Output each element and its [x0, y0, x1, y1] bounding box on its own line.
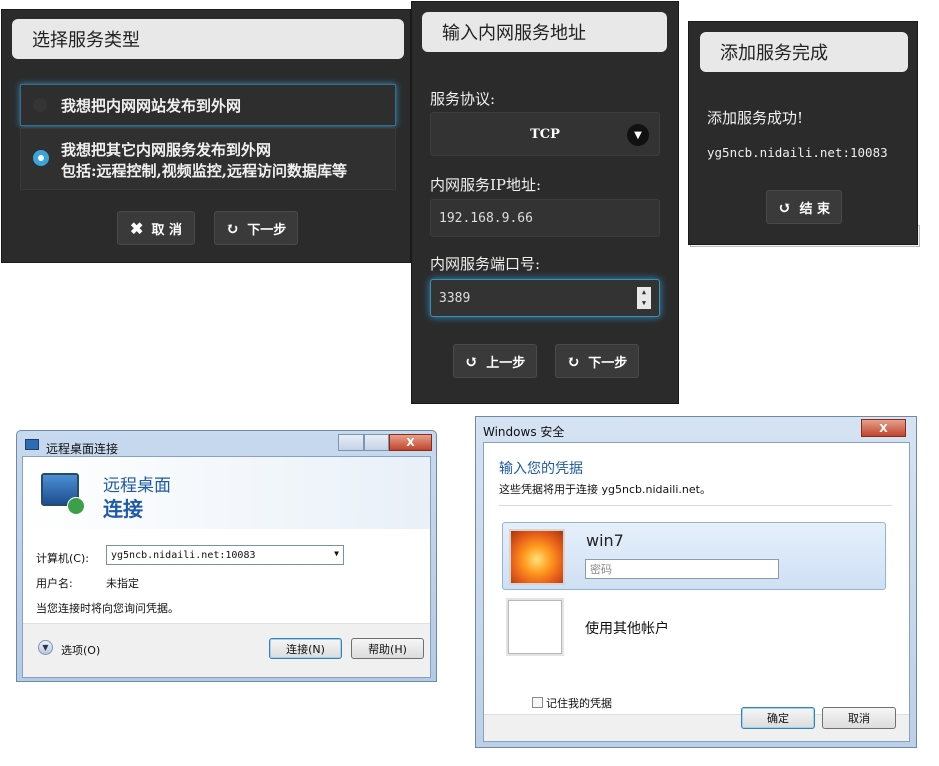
- redo-arrow-icon: ↻: [566, 351, 581, 371]
- computer-label: 计算机(C):: [36, 552, 89, 565]
- radio-checked[interactable]: [33, 150, 49, 166]
- next-button[interactable]: ↻ 下一步: [214, 211, 298, 245]
- account-tile-other[interactable]: 使用其他帐户: [502, 596, 886, 662]
- close-icon: ✖: [130, 218, 144, 238]
- password-input[interactable]: 密码: [585, 559, 779, 579]
- divider: [499, 505, 892, 506]
- help-button[interactable]: 帮助(H): [351, 638, 424, 659]
- dialog-heading: 输入您的凭据: [499, 461, 583, 477]
- heading-line2: 连接: [103, 497, 143, 521]
- user-value: 未指定: [106, 577, 139, 590]
- window-title: Windows 安全: [483, 425, 565, 439]
- window-title: 远程桌面连接: [46, 442, 119, 456]
- service-done-panel: 添加服务完成 添加服务成功! yg5ncb.nidaili.net:10083 …: [688, 21, 918, 245]
- port-stepper[interactable]: 3389 ▲ ▼: [430, 279, 660, 317]
- redo-arrow-icon: ↻: [225, 218, 240, 238]
- remote-desktop-small-icon: [25, 439, 39, 450]
- option-other-detail: 包括:远程控制,视频监控,远程访问数据库等: [61, 162, 347, 180]
- service-address-panel: 输入内网服务地址 服务协议: TCP ▼ 内网服务IP地址: 192.168.9…: [411, 1, 679, 404]
- option-other-label: 我想把其它内网服务发布到外网: [61, 141, 272, 159]
- expand-options-icon[interactable]: ▼: [38, 640, 53, 655]
- option-website-label: 我想把内网网站发布到外网: [61, 96, 242, 115]
- close-button[interactable]: X: [861, 419, 906, 437]
- connect-button[interactable]: 连接(N): [269, 638, 342, 659]
- ip-input[interactable]: 192.168.9.66: [430, 199, 660, 237]
- panel-title: 输入内网服务地址: [422, 12, 667, 52]
- account-tile-win7[interactable]: win7 密码: [502, 522, 886, 590]
- undo-arrow-icon: ↺: [464, 351, 479, 371]
- stepper-arrows-icon[interactable]: ▲ ▼: [637, 287, 651, 309]
- option-website[interactable]: 我想把内网网站发布到外网: [20, 84, 396, 126]
- client-area: 输入您的凭据 这些凭据将用于连接 yg5ncb.nidaili.net。 win…: [483, 442, 910, 742]
- user-label: 用户名:: [36, 577, 73, 590]
- remember-label: 记住我的凭据: [546, 697, 612, 710]
- next-button[interactable]: ↻ 下一步: [555, 344, 639, 378]
- credential-hint: 当您连接时将向您询问凭据。: [36, 602, 179, 615]
- option-other-service[interactable]: 我想把其它内网服务发布到外网 包括:远程控制,视频监控,远程访问数据库等: [20, 128, 396, 190]
- success-message: 添加服务成功!: [707, 109, 804, 127]
- close-button[interactable]: X: [389, 434, 432, 451]
- prev-button[interactable]: ↺ 上一步: [453, 344, 537, 378]
- titlebar: Windows 安全 X: [476, 417, 916, 443]
- titlebar: 远程桌面连接 X: [17, 431, 436, 457]
- port-label: 内网服务端口号:: [430, 255, 541, 273]
- radio-unchecked[interactable]: [33, 98, 47, 112]
- select-service-type-panel: 选择服务类型 我想把内网网站发布到外网 我想把其它内网服务发布到外网 包括:远程…: [1, 9, 411, 263]
- service-address-text: yg5ncb.nidaili.net:10083: [707, 145, 888, 160]
- other-account-label: 使用其他帐户: [585, 621, 669, 637]
- client-area: 远程桌面 连接 计算机(C): yg5ncb.nidaili.net:10083…: [22, 456, 431, 678]
- blank-avatar: [508, 600, 562, 654]
- chevron-down-icon[interactable]: ▼: [334, 549, 339, 558]
- cancel-button[interactable]: 取消: [822, 707, 896, 729]
- minimize-button[interactable]: [338, 434, 364, 451]
- footer: ▼ 选项(O) 连接(N) 帮助(H): [23, 623, 430, 677]
- computer-combobox[interactable]: yg5ncb.nidaili.net:10083 ▼: [106, 545, 344, 565]
- undo-arrow-icon: ↺: [778, 197, 792, 217]
- maximize-button[interactable]: [364, 434, 389, 451]
- ip-label: 内网服务IP地址:: [430, 176, 542, 194]
- account-name: win7: [586, 531, 624, 550]
- panel-title: 添加服务完成: [700, 32, 908, 72]
- protocol-select[interactable]: TCP ▼: [430, 112, 660, 156]
- windows-security-window: Windows 安全 X 输入您的凭据 这些凭据将用于连接 yg5ncb.nid…: [475, 416, 917, 748]
- remember-checkbox[interactable]: [532, 697, 543, 708]
- banner: 远程桌面 连接: [23, 457, 430, 529]
- flower-avatar: [509, 529, 565, 585]
- remote-desktop-window: 远程桌面连接 X 远程桌面 连接 计算机(C): yg5ncb.nidaili.…: [16, 430, 437, 682]
- chevron-down-icon: ▼: [627, 124, 649, 146]
- connection-arrow-icon: [67, 497, 85, 515]
- dialog-subtitle: 这些凭据将用于连接 yg5ncb.nidaili.net。: [499, 483, 711, 496]
- cancel-button[interactable]: ✖ 取 消: [117, 211, 195, 245]
- protocol-label: 服务协议:: [430, 90, 496, 108]
- panel-title: 选择服务类型: [12, 19, 404, 59]
- ok-button[interactable]: 确定: [741, 707, 815, 729]
- options-label[interactable]: 选项(O): [61, 642, 100, 658]
- finish-button[interactable]: ↺ 结 束: [766, 190, 842, 224]
